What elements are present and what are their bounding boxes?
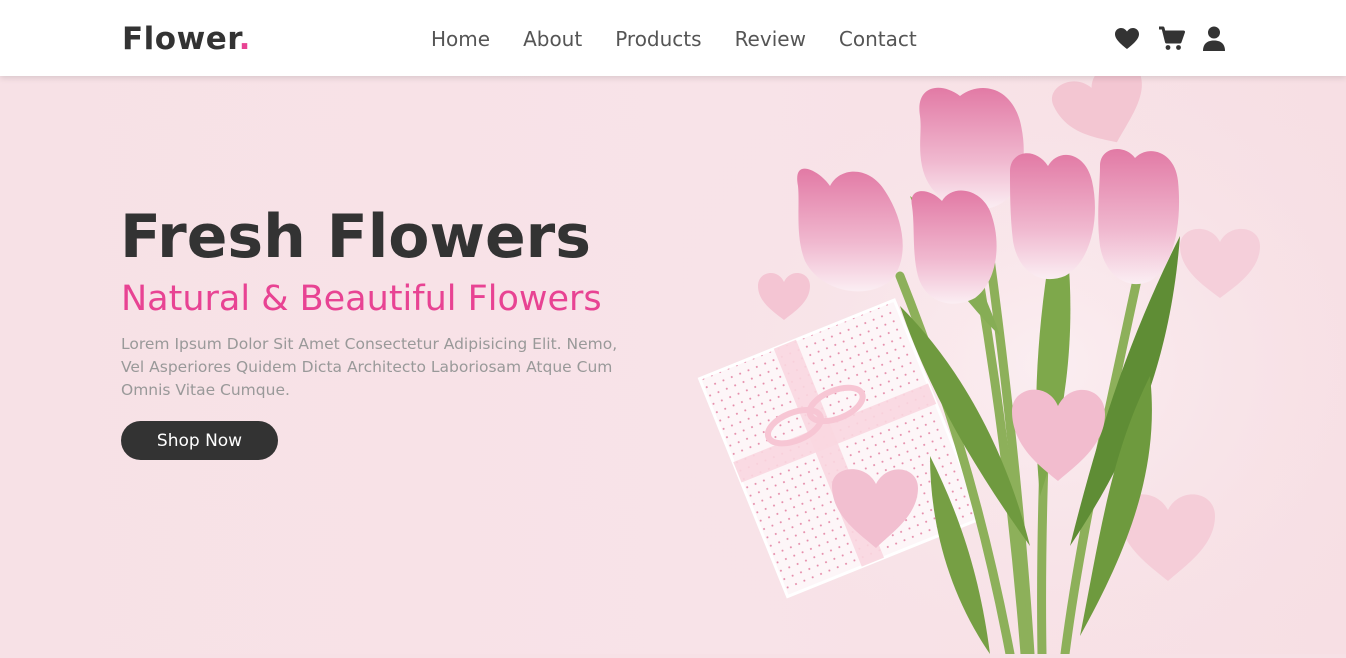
nav-review[interactable]: Review [735, 24, 806, 54]
logo[interactable]: Flower. [122, 19, 251, 59]
header-icons [1114, 24, 1228, 54]
hero-image [680, 61, 1346, 658]
site-header: Flower. Home About Products Review Conta… [0, 0, 1346, 76]
cart-icon[interactable] [1158, 25, 1185, 53]
nav-home[interactable]: Home [431, 24, 490, 54]
nav-about[interactable]: About [523, 24, 582, 54]
user-icon[interactable] [1202, 25, 1228, 53]
hero-subtitle: Natural & Beautiful Flowers [121, 279, 602, 319]
nav-contact[interactable]: Contact [839, 24, 917, 54]
logo-dot: . [238, 21, 251, 57]
shop-now-button[interactable]: Shop Now [121, 421, 278, 460]
main-nav: Home About Products Review Contact [431, 24, 950, 54]
nav-products[interactable]: Products [615, 24, 701, 54]
hero-description: Lorem Ipsum Dolor Sit Amet Consectetur A… [121, 335, 618, 399]
logo-text: Flower [122, 21, 239, 57]
hero-title: Fresh Flowers [120, 202, 591, 272]
heart-icon[interactable] [1114, 25, 1140, 53]
